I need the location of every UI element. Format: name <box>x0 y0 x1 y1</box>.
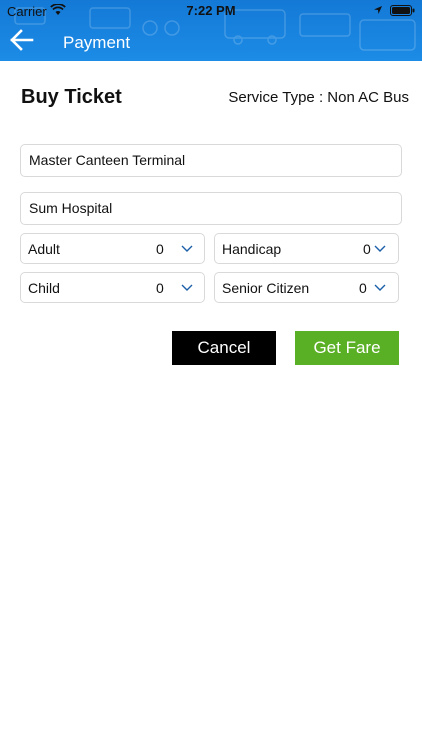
chevron-down-icon <box>374 284 386 291</box>
back-arrow-icon[interactable] <box>10 29 34 51</box>
clock: 7:22 PM <box>186 3 236 18</box>
child-count-value: 0 <box>156 280 164 296</box>
page-title: Payment <box>63 33 131 52</box>
handicap-count-select[interactable]: Handicap 0 <box>214 233 399 264</box>
from-stop-value: Master Canteen Terminal <box>29 152 186 168</box>
handicap-count-value: 0 <box>363 241 371 257</box>
status-bar: Carrier 7:22 PM <box>0 0 422 22</box>
senior-citizen-label: Senior Citizen <box>222 280 310 296</box>
senior-citizen-count-select[interactable]: Senior Citizen 0 <box>214 272 399 303</box>
child-count-select[interactable]: Child 0 <box>20 272 205 303</box>
chevron-down-icon <box>181 245 193 252</box>
child-label: Child <box>28 280 60 296</box>
to-stop-field[interactable]: Sum Hospital <box>20 192 402 225</box>
buy-ticket-heading: Buy Ticket <box>21 86 122 108</box>
app-header: Carrier 7:22 PM Payment <box>0 0 422 61</box>
chevron-down-icon <box>181 284 193 291</box>
handicap-label: Handicap <box>222 241 282 257</box>
cancel-button[interactable]: Cancel <box>172 331 276 365</box>
to-stop-value: Sum Hospital <box>29 200 113 216</box>
location-icon <box>374 6 382 14</box>
adult-label: Adult <box>28 241 60 257</box>
adult-count-select[interactable]: Adult 0 <box>20 233 205 264</box>
adult-count-value: 0 <box>156 241 164 257</box>
get-fare-button[interactable]: Get Fare <box>295 331 399 365</box>
chevron-down-icon <box>374 245 386 252</box>
senior-citizen-count-value: 0 <box>359 280 367 296</box>
from-stop-field[interactable]: Master Canteen Terminal <box>20 144 402 177</box>
service-type-label: Service Type : Non AC Bus <box>228 89 409 106</box>
battery-icon <box>390 5 415 16</box>
